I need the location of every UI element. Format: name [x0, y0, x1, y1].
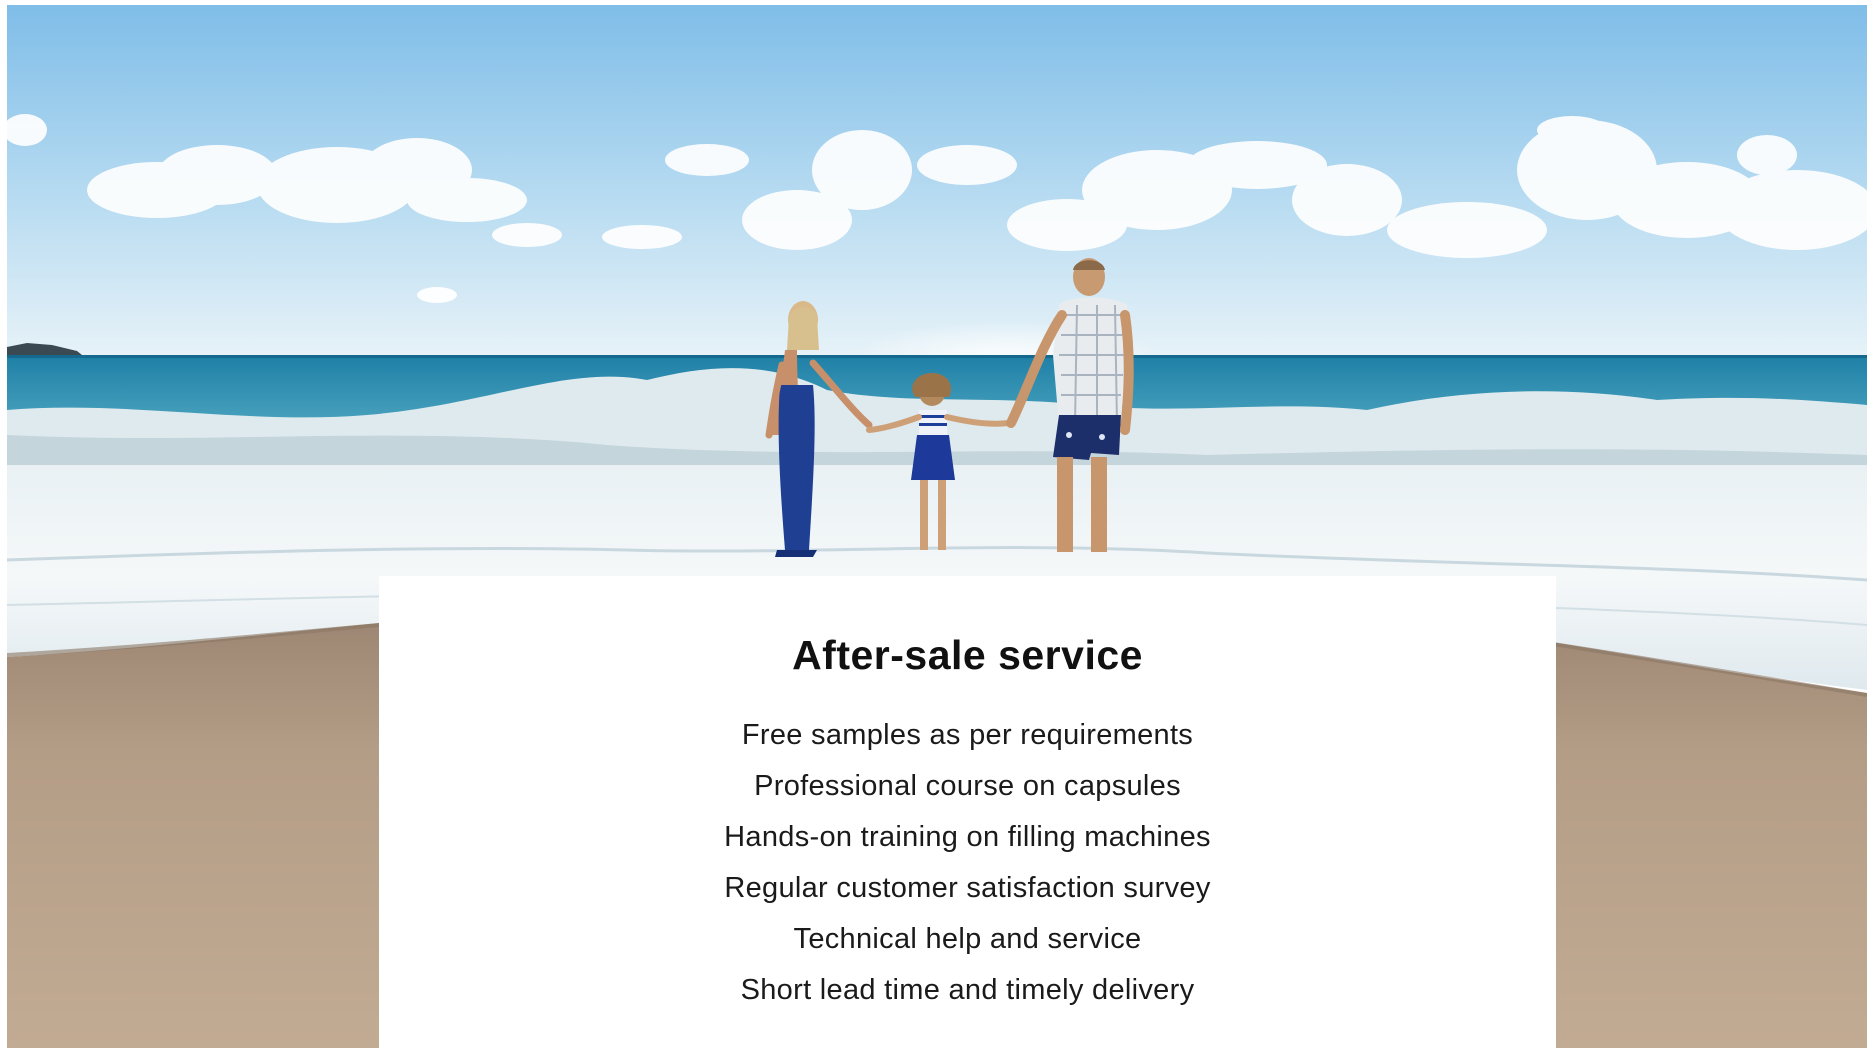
after-sale-card: After-sale service Free samples as per r…: [379, 576, 1556, 1048]
list-item: Technical help and service: [793, 923, 1142, 955]
card-title: After-sale service: [792, 632, 1143, 678]
list-item: Regular customer satisfaction survey: [724, 872, 1211, 904]
service-list: Free samples as per requirements Profess…: [379, 680, 1556, 1016]
list-item: Short lead time and timely delivery: [740, 974, 1195, 1006]
list-item: Professional course on capsules: [754, 770, 1181, 802]
page-frame: After-sale service Free samples as per r…: [7, 5, 1867, 1048]
list-item: Free samples as per requirements: [741, 719, 1194, 751]
list-item: Hands-on training on filling machines: [724, 821, 1211, 853]
